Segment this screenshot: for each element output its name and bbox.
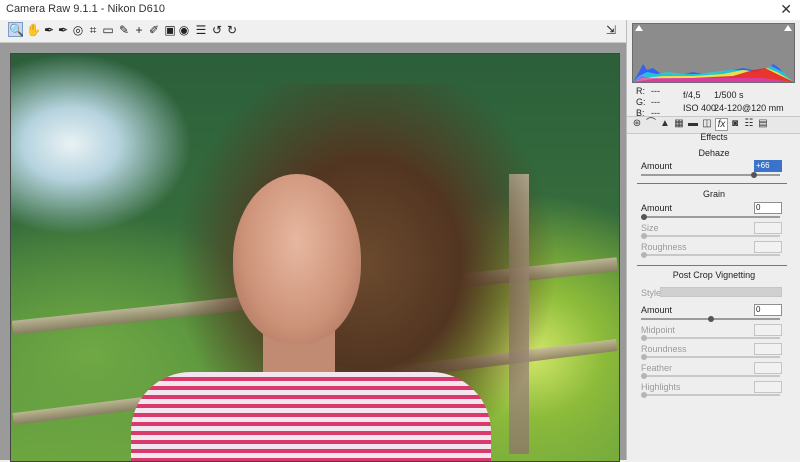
red-value: --- [651, 86, 660, 96]
grain-amount-thumb[interactable] [641, 214, 647, 220]
lens-value: 24-120@120 mm [714, 103, 784, 113]
green-value: --- [651, 97, 660, 107]
shutter-value: 1/500 s [714, 90, 744, 100]
hand-tool-icon[interactable]: ✋ [26, 23, 41, 37]
vignetting-midpoint-label: Midpoint [641, 325, 676, 335]
subject-face [233, 174, 361, 344]
subject-shirt [131, 372, 491, 461]
photo-preview[interactable] [10, 53, 620, 462]
targeted-adjustment-tool-icon[interactable]: ◎ [71, 23, 85, 37]
grain-roughness-thumb [641, 252, 647, 258]
grain-roughness-field [754, 241, 782, 253]
white-balance-tool-icon[interactable]: ✒ [42, 23, 56, 37]
grain-size-slider [641, 233, 780, 239]
section-divider [637, 265, 787, 266]
vignetting-amount-thumb[interactable] [707, 316, 714, 322]
vignetting-highlights-slider [641, 392, 780, 398]
dehaze-amount-field[interactable]: +66 [754, 160, 782, 172]
adjustment-brush-icon[interactable]: ✐ [147, 23, 161, 37]
grain-roughness-slider [641, 252, 780, 258]
grain-amount-field[interactable]: 0 [754, 202, 782, 214]
preferences-icon[interactable]: ☰ [194, 23, 208, 37]
lens-corrections-tab-icon[interactable]: ◫ [701, 118, 713, 130]
vignetting-midpoint-slider [641, 335, 780, 341]
grain-size-label: Size [641, 223, 659, 233]
red-eye-removal-tool-icon[interactable]: + [132, 23, 146, 37]
close-icon[interactable]: ✕ [780, 1, 792, 18]
split-toning-tab-icon[interactable]: ▬ [687, 118, 699, 130]
vignetting-roundness-label: Roundness [641, 344, 687, 354]
shadow-clipping-icon[interactable] [635, 25, 643, 31]
grain-amount-slider[interactable] [641, 214, 780, 220]
vignetting-roundness-field [754, 343, 782, 355]
section-divider [637, 183, 787, 184]
image-canvas[interactable] [0, 43, 626, 462]
grain-size-field [754, 222, 782, 234]
fullscreen-icon[interactable]: ⇲ [604, 23, 618, 37]
rotate-left-icon[interactable]: ↺ [210, 23, 224, 37]
crop-tool-icon[interactable]: ⌗ [86, 23, 100, 37]
grain-title: Grain [702, 189, 725, 199]
snapshots-tab-icon[interactable]: ▤ [757, 118, 769, 130]
histogram-graph [633, 64, 794, 82]
straighten-tool-icon[interactable]: ▭ [101, 23, 115, 37]
vignetting-amount-slider[interactable] [641, 316, 780, 322]
vignetting-feather-thumb [641, 373, 647, 379]
grain-roughness-label: Roughness [641, 242, 687, 252]
iso-value: ISO 400 [683, 103, 717, 113]
vignetting-highlights-field [754, 381, 782, 393]
dehaze-amount-label: Amount [641, 161, 673, 171]
panel-title: Effects [700, 132, 728, 142]
tone-curve-tab-icon[interactable]: ⌒ [645, 118, 657, 130]
camera-calibration-tab-icon[interactable]: ◙ [729, 118, 741, 130]
dehaze-title: Dehaze [698, 148, 730, 158]
rotate-right-icon[interactable]: ↻ [225, 23, 239, 37]
hsl-tab-icon[interactable]: ▦ [673, 118, 685, 130]
effects-tab-icon[interactable]: fx [715, 118, 728, 131]
vignetting-title: Post Crop Vignetting [672, 270, 756, 280]
vignetting-midpoint-thumb [641, 335, 647, 341]
graduated-filter-icon[interactable]: ▣ [163, 23, 177, 37]
vignetting-feather-slider [641, 373, 780, 379]
vignetting-amount-label: Amount [641, 305, 673, 315]
presets-tab-icon[interactable]: ☷ [743, 118, 755, 130]
vignetting-roundness-thumb [641, 354, 647, 360]
spot-removal-tool-icon[interactable]: ✎ [117, 23, 131, 37]
zoom-tool-icon[interactable]: 🔍 [8, 22, 24, 37]
aperture-value: f/4,5 [683, 90, 701, 100]
red-label: R: [636, 86, 645, 96]
vignetting-highlights-label: Highlights [641, 382, 681, 392]
vignetting-feather-label: Feather [641, 363, 673, 373]
right-panel: R: --- G: --- B: --- f/4,5 1/500 s ISO 4… [626, 20, 800, 460]
dehaze-amount-slider[interactable] [641, 172, 780, 178]
toolbar: 🔍 ✋ ✒ ✒ ◎ ⌗ ▭ ✎ + ✐ ▣ ◉ ☰ ↺ ↻ ⇲ [0, 20, 626, 43]
window-title: Camera Raw 9.1.1 - Nikon D610 [6, 3, 165, 15]
dehaze-amount-thumb[interactable] [751, 172, 758, 178]
vignetting-style-dropdown [660, 287, 782, 297]
detail-tab-icon[interactable]: ▲ [659, 118, 671, 130]
radial-filter-icon[interactable]: ◉ [177, 23, 191, 37]
histogram [632, 23, 795, 83]
vignetting-feather-field [754, 362, 782, 374]
color-sampler-tool-icon[interactable]: ✒ [56, 23, 70, 37]
vignetting-amount-field[interactable]: 0 [754, 304, 782, 316]
green-label: G: [636, 97, 646, 107]
basic-tab-icon[interactable]: ⊛ [631, 118, 643, 130]
title-bar: Camera Raw 9.1.1 - Nikon D610 ✕ [0, 0, 800, 21]
grain-amount-label: Amount [641, 203, 673, 213]
vignetting-highlights-thumb [641, 392, 647, 398]
grain-size-thumb [641, 233, 647, 239]
vignetting-midpoint-field [754, 324, 782, 336]
highlight-clipping-icon[interactable] [784, 25, 792, 31]
vignetting-roundness-slider [641, 354, 780, 360]
